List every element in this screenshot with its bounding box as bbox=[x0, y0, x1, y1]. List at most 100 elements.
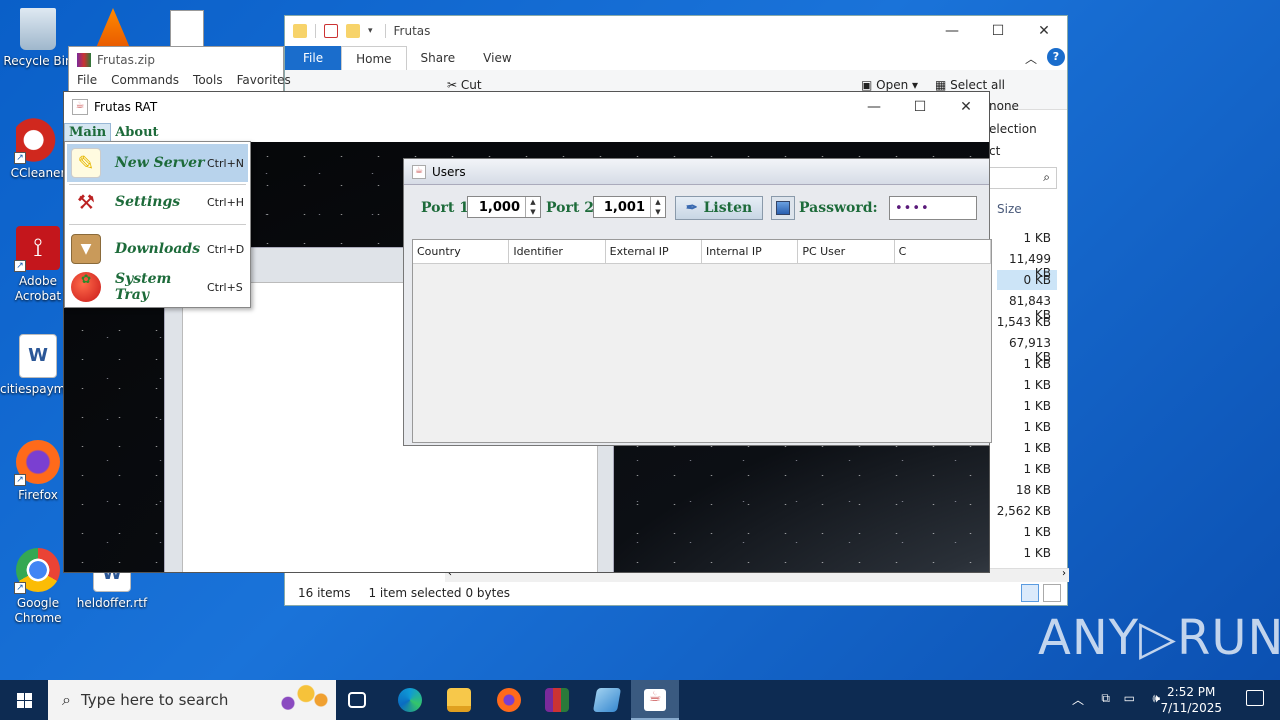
password-field[interactable]: •••• bbox=[889, 196, 977, 220]
task-view-icon[interactable] bbox=[348, 692, 366, 708]
port2-spinner[interactable]: 1,001 ▲ ▼ bbox=[593, 196, 666, 218]
file-size-cell[interactable]: 1 KB bbox=[991, 420, 1051, 434]
file-explorer-icon[interactable] bbox=[447, 688, 471, 712]
desktop-icon-label: Google Chrome bbox=[14, 596, 62, 625]
desktop-icon-label: heldoffer.rtf bbox=[76, 596, 148, 610]
maximize-button[interactable]: ☐ bbox=[975, 16, 1021, 46]
taskbar-search-box[interactable]: ⌕ Type here to search bbox=[48, 680, 336, 720]
minimize-button[interactable]: — bbox=[929, 16, 975, 46]
menu-item-settings[interactable]: ⚒ Settings Ctrl+H bbox=[67, 183, 248, 221]
open-button[interactable]: ▣ Open ▾ bbox=[861, 78, 918, 92]
invert-selection-button[interactable]: election bbox=[989, 122, 1037, 136]
explorer-title: Frutas bbox=[393, 24, 431, 38]
column-header[interactable]: External IP bbox=[606, 240, 702, 263]
network-icon[interactable]: ⧉ bbox=[1101, 691, 1110, 706]
spinner-arrows-icon[interactable]: ▲ ▼ bbox=[525, 197, 540, 217]
file-size-cell[interactable]: 1 KB bbox=[991, 525, 1051, 539]
zip-menu-commands[interactable]: Commands bbox=[111, 73, 179, 87]
notepad-icon[interactable] bbox=[592, 688, 622, 712]
taskbar: ⌕ Type here to search ☕ ︿ ⧉ ▭ 🕪 2:52 PM … bbox=[0, 680, 1280, 720]
java-icon: ☕ bbox=[644, 689, 666, 711]
rat-minimize-button[interactable]: — bbox=[851, 92, 897, 122]
zip-window: Frutas.zip File Commands Tools Favorites bbox=[68, 46, 291, 96]
vlc-icon[interactable] bbox=[96, 8, 130, 48]
menu-about[interactable]: About bbox=[111, 124, 162, 141]
close-button[interactable]: ✕ bbox=[1021, 16, 1067, 46]
tab-file[interactable]: File bbox=[285, 46, 342, 70]
zip-menu-file[interactable]: File bbox=[77, 73, 97, 87]
chrome-icon: ↗ bbox=[14, 548, 60, 594]
spinner-arrows-icon[interactable]: ▲ ▼ bbox=[650, 197, 665, 217]
file-size-cell[interactable]: 1 KB bbox=[991, 441, 1051, 455]
zip-menu-favorites[interactable]: Favorites bbox=[237, 73, 291, 87]
edge-icon[interactable] bbox=[398, 688, 422, 712]
rat-close-button[interactable]: ✕ bbox=[943, 92, 989, 122]
desktop-icon-recycle-bin[interactable]: Recycle Bin bbox=[0, 8, 76, 69]
selection-count: 1 item selected bbox=[368, 586, 462, 600]
notification-icon[interactable] bbox=[1246, 690, 1264, 706]
tab-share[interactable]: Share bbox=[407, 46, 470, 70]
tab-home[interactable]: Home bbox=[341, 46, 407, 70]
volume-icon[interactable]: 🕪 bbox=[1152, 691, 1160, 706]
details-view-icon[interactable] bbox=[1021, 584, 1039, 602]
menu-item-downloads[interactable]: ▼ Downloads Ctrl+D bbox=[67, 230, 248, 268]
password-label: Password: bbox=[799, 200, 878, 216]
size-column-header[interactable]: Size bbox=[997, 202, 1022, 216]
file-size-cell[interactable]: 1 KB bbox=[991, 231, 1051, 245]
explorer-titlebar: ▾ Frutas — ☐ ✕ bbox=[285, 16, 1067, 46]
column-header[interactable]: C bbox=[895, 240, 991, 263]
chevron-down-icon[interactable]: ▾ bbox=[368, 26, 373, 36]
flowers-icon bbox=[270, 684, 330, 716]
listen-button[interactable]: ✒ Listen bbox=[675, 196, 763, 220]
tab-view[interactable]: View bbox=[469, 46, 525, 70]
file-size-cell[interactable]: 1,543 KB bbox=[991, 315, 1051, 329]
rat-menubar: Main About bbox=[64, 122, 989, 142]
port2-label: Port 2: bbox=[546, 200, 600, 216]
column-header[interactable]: Country bbox=[413, 240, 510, 263]
scroll-right-icon[interactable]: › bbox=[1062, 568, 1066, 579]
column-header[interactable]: PC User bbox=[798, 240, 895, 263]
file-size-cell[interactable]: 1 KB bbox=[991, 546, 1051, 560]
zip-menu-tools[interactable]: Tools bbox=[193, 73, 223, 87]
item-count: 16 items bbox=[298, 586, 351, 600]
rat-window-title: Frutas RAT bbox=[94, 100, 158, 114]
column-header[interactable]: Internal IP bbox=[702, 240, 799, 263]
file-size-cell[interactable]: 1 KB bbox=[991, 378, 1051, 392]
window-icon bbox=[776, 201, 790, 215]
file-size-cell[interactable]: 1 KB bbox=[991, 399, 1051, 413]
show-hidden-icons-icon[interactable]: ︿ bbox=[1072, 691, 1084, 708]
large-icons-view-icon[interactable] bbox=[1043, 584, 1061, 602]
port1-spinner[interactable]: 1,000 ▲ ▼ bbox=[467, 196, 541, 218]
select-all-button[interactable]: ▦ Select all bbox=[935, 78, 1005, 92]
menu-item-system-tray[interactable]: ✿ System Tray Ctrl+S bbox=[67, 268, 248, 306]
help-icon[interactable]: ? bbox=[1047, 48, 1065, 66]
start-button[interactable] bbox=[0, 680, 48, 720]
file-size-cell[interactable]: 1 KB bbox=[991, 357, 1051, 371]
cut-button[interactable]: ✂ Cut bbox=[447, 78, 482, 92]
menu-main[interactable]: Main bbox=[64, 122, 112, 142]
rat-maximize-button[interactable]: ☐ bbox=[897, 92, 943, 122]
search-box[interactable]: ⌕ bbox=[981, 167, 1057, 189]
firefox-icon[interactable] bbox=[497, 688, 521, 712]
file-size-cell[interactable]: 1 KB bbox=[991, 462, 1051, 476]
java-icon: ☕ bbox=[72, 99, 88, 115]
file-size-cell[interactable]: 18 KB bbox=[991, 483, 1051, 497]
taskbar-search-placeholder: Type here to search bbox=[80, 691, 229, 709]
clock-time: 2:52 PM bbox=[1167, 685, 1216, 699]
file-size-cell[interactable]: 2,562 KB bbox=[991, 504, 1051, 518]
menu-item-new-server[interactable]: ✎ New Server Ctrl+N bbox=[67, 144, 248, 182]
file-size-cell[interactable]: 0 KB bbox=[991, 273, 1051, 287]
ethernet-icon[interactable]: ▭ bbox=[1124, 691, 1135, 705]
properties-icon[interactable] bbox=[324, 24, 338, 38]
status-bar: 16 items 1 item selected 0 bytes bbox=[285, 581, 1067, 605]
ribbon-label: ct bbox=[989, 144, 1001, 158]
column-header[interactable]: Identifier bbox=[509, 240, 606, 263]
winrar-icon[interactable] bbox=[545, 688, 569, 712]
clock[interactable]: 2:52 PM 7/11/2025 bbox=[1160, 684, 1222, 716]
collapse-ribbon-icon[interactable]: ︿ bbox=[1021, 46, 1041, 71]
image-file-icon[interactable] bbox=[170, 10, 204, 48]
java-taskbar-button[interactable]: ☕ bbox=[631, 680, 679, 720]
window-toggle-button[interactable] bbox=[771, 196, 795, 220]
new-folder-icon[interactable] bbox=[346, 24, 360, 38]
select-none-button[interactable]: none bbox=[989, 99, 1019, 113]
